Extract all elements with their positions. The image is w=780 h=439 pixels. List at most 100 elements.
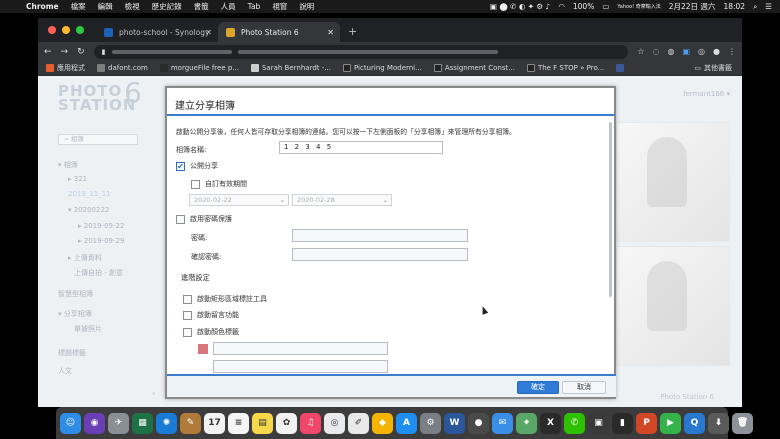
stickies-icon[interactable]: ▤ [252,412,273,434]
input-method[interactable]: Yahoo! 奇摩輸入法 [617,3,660,10]
color-label-input[interactable] [213,342,388,355]
new-tab-button[interactable]: + [340,25,365,42]
notes-icon[interactable]: ✎ [180,412,201,434]
extension-icon[interactable]: ◍ [667,47,674,56]
sketch-icon[interactable]: ◆ [372,412,393,434]
sidebar-item[interactable]: ▾ 20200222 [68,206,109,214]
bookmark-fstop[interactable]: The F STOP » Pro... [526,64,604,72]
terminal-icon[interactable]: ▮ [612,412,633,434]
search-icon[interactable]: ⌕ [753,2,757,12]
color-label-input[interactable] [213,360,388,373]
sidebar-item[interactable]: 標題標籤 [58,348,86,358]
wifi-icon[interactable]: ◠ [558,2,565,11]
finder-icon[interactable]: ☺ [60,412,81,434]
sidebar-search-input[interactable]: ⌕ 相簿 [58,134,138,145]
bookmark-apps[interactable]: 應用程式 [46,63,85,73]
wechat-icon[interactable]: ✆ [564,412,585,434]
menu-people[interactable]: 人員 [221,1,236,12]
battery-percent[interactable]: 100% [573,2,594,11]
photo-thumbnail[interactable] [616,122,730,242]
bookmark-morguefile[interactable]: morgueFile free p... [159,64,239,72]
music-icon[interactable]: ♫ [300,412,321,434]
menu-app-name[interactable]: Chrome [26,2,59,11]
word-icon[interactable]: W [444,412,465,434]
system-preferences-icon[interactable]: ⚙ [420,412,441,434]
menu-bookmarks[interactable]: 書籤 [194,1,209,12]
menu-tab[interactable]: Tab [248,2,261,11]
custom-validity-checkbox[interactable] [191,179,200,189]
menubar-date[interactable]: 2月22日 週六 [669,1,716,12]
password-protect-checkbox[interactable] [176,214,185,224]
dialog-scrollbar[interactable] [609,122,612,297]
confirm-password-input[interactable] [292,248,468,261]
menubar-time[interactable]: 18:02 [723,2,745,11]
reminders-icon[interactable]: ≡ [228,412,249,434]
calendar-icon[interactable]: 17 [204,412,225,434]
menu-edit[interactable]: 編輯 [98,1,113,12]
menu-help[interactable]: 說明 [299,1,314,12]
maps-icon[interactable]: ⌖ [516,412,537,434]
menu-history[interactable]: 歷史記錄 [152,1,182,12]
photo-thumbnail[interactable] [616,246,730,366]
bookmark-sarah-bernhardt[interactable]: Sarah Bernhardt -... [250,64,331,72]
bookmark-picturing-moderni[interactable]: Picturing Moderni... [342,64,422,72]
color-label-checkbox[interactable] [183,327,192,337]
sidebar-item[interactable]: 上傳自拍 - 創意 [74,268,123,278]
menu-dots-icon[interactable]: ⋮ [728,47,736,56]
camera-icon[interactable]: ● [468,412,489,434]
trash-icon[interactable]: 🗑 [732,412,753,434]
mail-icon[interactable]: ✉ [492,412,513,434]
bookmark-dafont[interactable]: dafont.com [97,64,148,72]
screenshot-icon[interactable]: ▣ [588,412,609,434]
photos-icon[interactable]: ✿ [276,412,297,434]
bookmark-other[interactable]: ▭ 其他書籤 [694,63,732,73]
excel-icon[interactable]: ▦ [132,412,153,434]
extension-icon[interactable]: ▣ [682,47,690,56]
safari-icon[interactable]: ✺ [156,412,177,434]
zoom-window-icon[interactable] [76,26,84,34]
siri-icon[interactable]: ◉ [84,412,105,434]
tab-close-icon[interactable]: ✕ [327,28,334,37]
password-input[interactable] [292,229,468,242]
back-icon[interactable]: ← [44,47,52,57]
color-swatch[interactable] [198,344,208,354]
sidebar-item[interactable]: ▸ 321 [68,175,87,183]
sidebar-item[interactable]: 人文 [58,366,72,376]
extension-icon[interactable]: ◎ [698,47,705,56]
status-icons[interactable]: ▣ ⬤ ✆ ◐ ✦ ⚙ ♪ [490,2,550,11]
textedit-icon[interactable]: ✐ [348,412,369,434]
ok-button[interactable]: 確定 [517,381,559,394]
extension-icon[interactable]: ◌ [653,47,660,56]
prev-page-icon[interactable]: ‹ [152,389,156,399]
battery-icon[interactable]: ▭ [602,2,609,11]
address-bar[interactable]: ▮ [93,44,629,59]
user-menu[interactable]: fermant168 ▾ [683,90,730,98]
sidebar-item[interactable]: ▾ 分享相簿 [58,309,92,319]
sidebar-item-selected[interactable]: 2019_11_11 [68,190,111,198]
menu-file[interactable]: 檔案 [71,1,86,12]
quicktime-icon[interactable]: Q [684,412,705,434]
date-from-picker[interactable]: 2020-02-22 ⌄ [189,194,289,206]
tab-synology[interactable]: photo-school - Synology DiskS ✕ [96,22,218,42]
launchpad-icon[interactable]: ✈ [108,412,129,434]
bookmark-assignment[interactable]: Assignment Const... [433,64,515,72]
sidebar-item[interactable]: ▾ 相簿 [58,160,78,170]
region-tool-checkbox[interactable] [183,294,192,304]
sidebar-item[interactable]: ▸ 2019-09-29 [78,237,124,245]
bookmark-facebook[interactable] [616,64,625,72]
reload-icon[interactable]: ↻ [77,47,85,57]
close-window-icon[interactable] [48,26,56,34]
minimize-window-icon[interactable] [62,26,70,34]
chrome-icon[interactable]: ◎ [324,412,345,434]
facetime-icon[interactable]: ▶ [660,412,681,434]
profile-avatar[interactable]: ● [713,47,720,56]
bookmark-star-icon[interactable]: ☆ [637,47,644,56]
public-share-checkbox[interactable]: ✔ [176,161,185,171]
appstore-icon[interactable]: A [396,412,417,434]
control-center-icon[interactable]: ☰ [765,2,772,11]
forward-icon[interactable]: → [61,47,69,57]
menu-window[interactable]: 視窗 [272,1,287,12]
powerpoint-icon[interactable]: P [636,412,657,434]
cancel-button[interactable]: 取消 [562,381,606,394]
sidebar-item[interactable]: 單據照片 [74,324,102,334]
